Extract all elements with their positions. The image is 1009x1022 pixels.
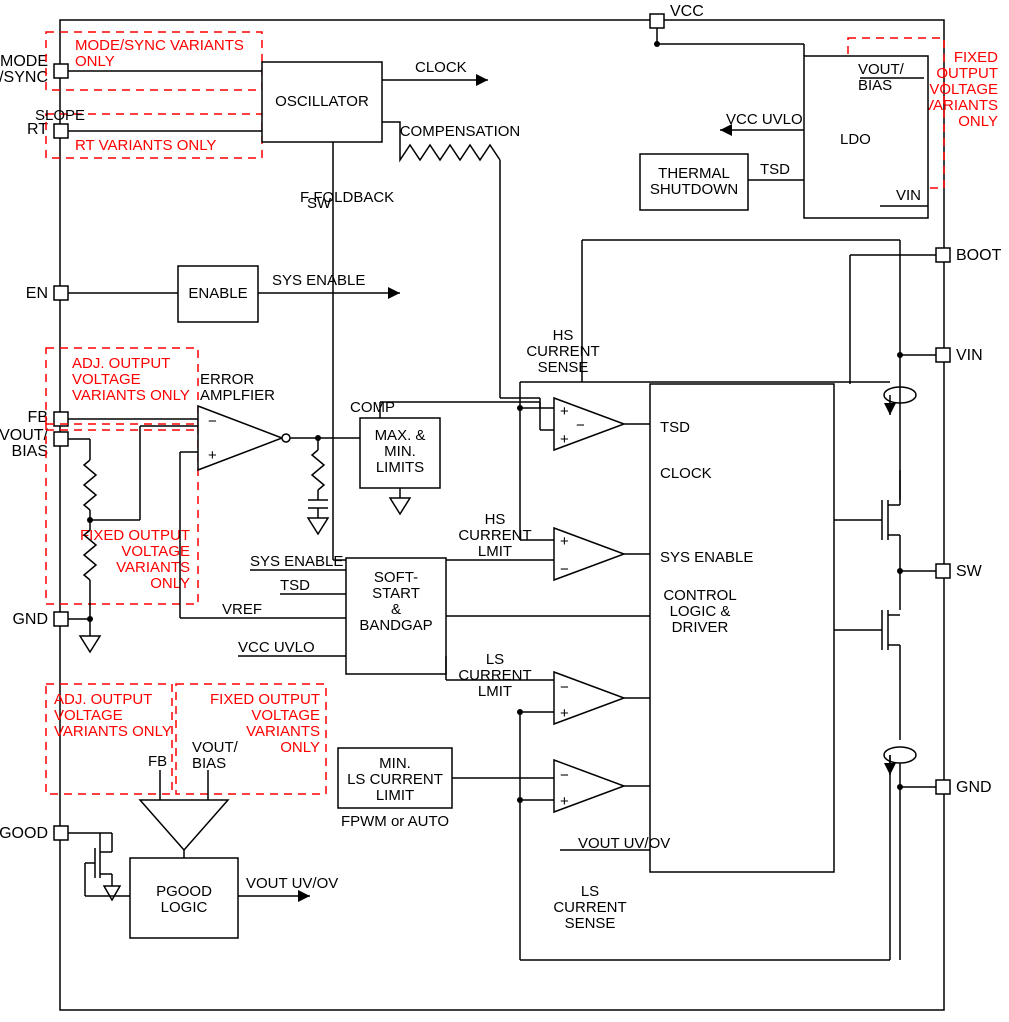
pin-gnd-label: GND bbox=[12, 611, 48, 628]
resistor-top bbox=[84, 460, 96, 510]
svg-text:+: + bbox=[560, 533, 569, 550]
anno-fixed-out1-label: FIXED OUTPUTVOLTAGEVARIANTSONLY bbox=[80, 527, 190, 592]
label-sys-enable-ss: SYS ENABLE bbox=[250, 553, 343, 570]
gnd-icon-left bbox=[80, 636, 100, 652]
svg-text:+: + bbox=[560, 705, 569, 722]
pin-boot-label: BOOT bbox=[956, 247, 1002, 264]
pin-vin-right bbox=[936, 348, 950, 362]
anno-fixed-out3-label: FIXEDOUTPUTVOLTAGEVARIANTSONLY bbox=[924, 49, 998, 130]
block-enable-label: ENABLE bbox=[188, 285, 247, 302]
gnd-icon-maxmin bbox=[390, 498, 410, 514]
pin-vin-right-label: VIN bbox=[956, 347, 983, 364]
pin-fb-label: FB bbox=[28, 409, 48, 426]
label-fsw-sub: SW bbox=[307, 195, 332, 212]
label-tsd-ldo: TSD bbox=[760, 161, 790, 178]
pin-vcc bbox=[650, 14, 664, 28]
pin-sw bbox=[936, 564, 950, 578]
label-tsd-ss: TSD bbox=[280, 577, 310, 594]
label-hs-sense: HSCURRENTSENSE bbox=[526, 327, 599, 376]
pin-en-label: EN bbox=[26, 285, 48, 302]
pin-gnd bbox=[54, 612, 68, 626]
label-vin-ldo: VIN bbox=[896, 187, 921, 204]
svg-text:+: + bbox=[560, 403, 569, 420]
anno-adj-out1-label: ADJ. OUTPUTVOLTAGEVARIANTS ONLY bbox=[72, 355, 190, 404]
label-sys-enable: SYS ENABLE bbox=[272, 272, 365, 289]
pin-pgood bbox=[54, 826, 68, 840]
label-tsd-ctrl: TSD bbox=[660, 419, 690, 436]
label-clock-ctrl: CLOCK bbox=[660, 465, 712, 482]
pin-vout-bias bbox=[54, 432, 68, 446]
svg-text:+: + bbox=[560, 431, 569, 448]
label-vout-bias-pgood: VOUT/BIAS bbox=[192, 739, 239, 772]
block-thermal-label: THERMALSHUTDOWN bbox=[650, 165, 738, 198]
bubble-error-amp bbox=[282, 434, 290, 442]
svg-text:+: + bbox=[560, 793, 569, 810]
triangle-pgood bbox=[140, 800, 228, 850]
ls-mosfet bbox=[834, 571, 900, 740]
hs-mosfet bbox=[834, 470, 900, 571]
pin-vout-bias-label: VOUT/BIAS bbox=[0, 427, 49, 460]
resistor-comp bbox=[312, 450, 324, 490]
pin-pgood-label: PGOOD bbox=[0, 825, 48, 842]
svg-text:−: − bbox=[560, 767, 569, 784]
label-sys-en-ctrl: SYS ENABLE bbox=[660, 549, 753, 566]
label-fpwm: FPWM or AUTO bbox=[341, 813, 449, 830]
label-fb-pgood: FB bbox=[148, 753, 167, 770]
label-vcc-uvlo-ss: VCC UVLO bbox=[238, 639, 315, 656]
block-pgood-logic-label: PGOODLOGIC bbox=[156, 883, 212, 916]
pin-mode-sync-label: MODE/SYNC bbox=[0, 53, 48, 86]
block-ldo-label: LDO bbox=[840, 131, 871, 148]
arrow-sys-enable bbox=[388, 287, 400, 299]
pin-boot bbox=[936, 248, 950, 262]
svg-text:−: − bbox=[208, 413, 217, 430]
block-control-label: CONTROLLOGIC &DRIVER bbox=[663, 587, 736, 636]
arrow-clock bbox=[476, 74, 488, 86]
svg-text:−: − bbox=[560, 561, 569, 578]
ls-sense-icon bbox=[884, 747, 916, 763]
pin-gnd-right bbox=[936, 780, 950, 794]
pin-vcc-label: VCC bbox=[670, 3, 704, 20]
gnd-icon-comp bbox=[308, 518, 328, 534]
pin-sw-label: SW bbox=[956, 563, 983, 580]
anno-mode-sync-variants-label: MODE/SYNC VARIANTSONLY bbox=[75, 37, 244, 70]
anno-adj-out2-label: ADJ. OUTPUTVOLTAGEVARIANTS ONLY bbox=[54, 691, 172, 740]
label-vcc-uvlo-ldo: VCC UVLO bbox=[726, 111, 803, 128]
label-ls-limit: LSCURRENTLMIT bbox=[458, 651, 531, 700]
pin-rt bbox=[54, 124, 68, 138]
block-oscillator-label: OSCILLATOR bbox=[275, 93, 369, 110]
label-vref: VREF bbox=[222, 601, 262, 618]
svg-text:−: − bbox=[560, 679, 569, 696]
pin-en bbox=[54, 286, 68, 300]
anno-rt-variants-label: RT VARIANTS ONLY bbox=[75, 137, 216, 154]
label-ls-sense: LSCURRENTSENSE bbox=[553, 883, 626, 932]
pin-mode-sync bbox=[54, 64, 68, 78]
svg-text:−: − bbox=[576, 417, 585, 434]
pin-gnd-right-label: GND bbox=[956, 779, 992, 796]
label-error-amp: ERRORAMPLFIER bbox=[200, 371, 275, 404]
label-vout-uvov-pgood: VOUT UV/OV bbox=[246, 875, 338, 892]
label-clock: CLOCK bbox=[415, 59, 467, 76]
svg-text:+: + bbox=[208, 447, 217, 464]
gnd-icon-pgood-fet bbox=[104, 886, 120, 900]
